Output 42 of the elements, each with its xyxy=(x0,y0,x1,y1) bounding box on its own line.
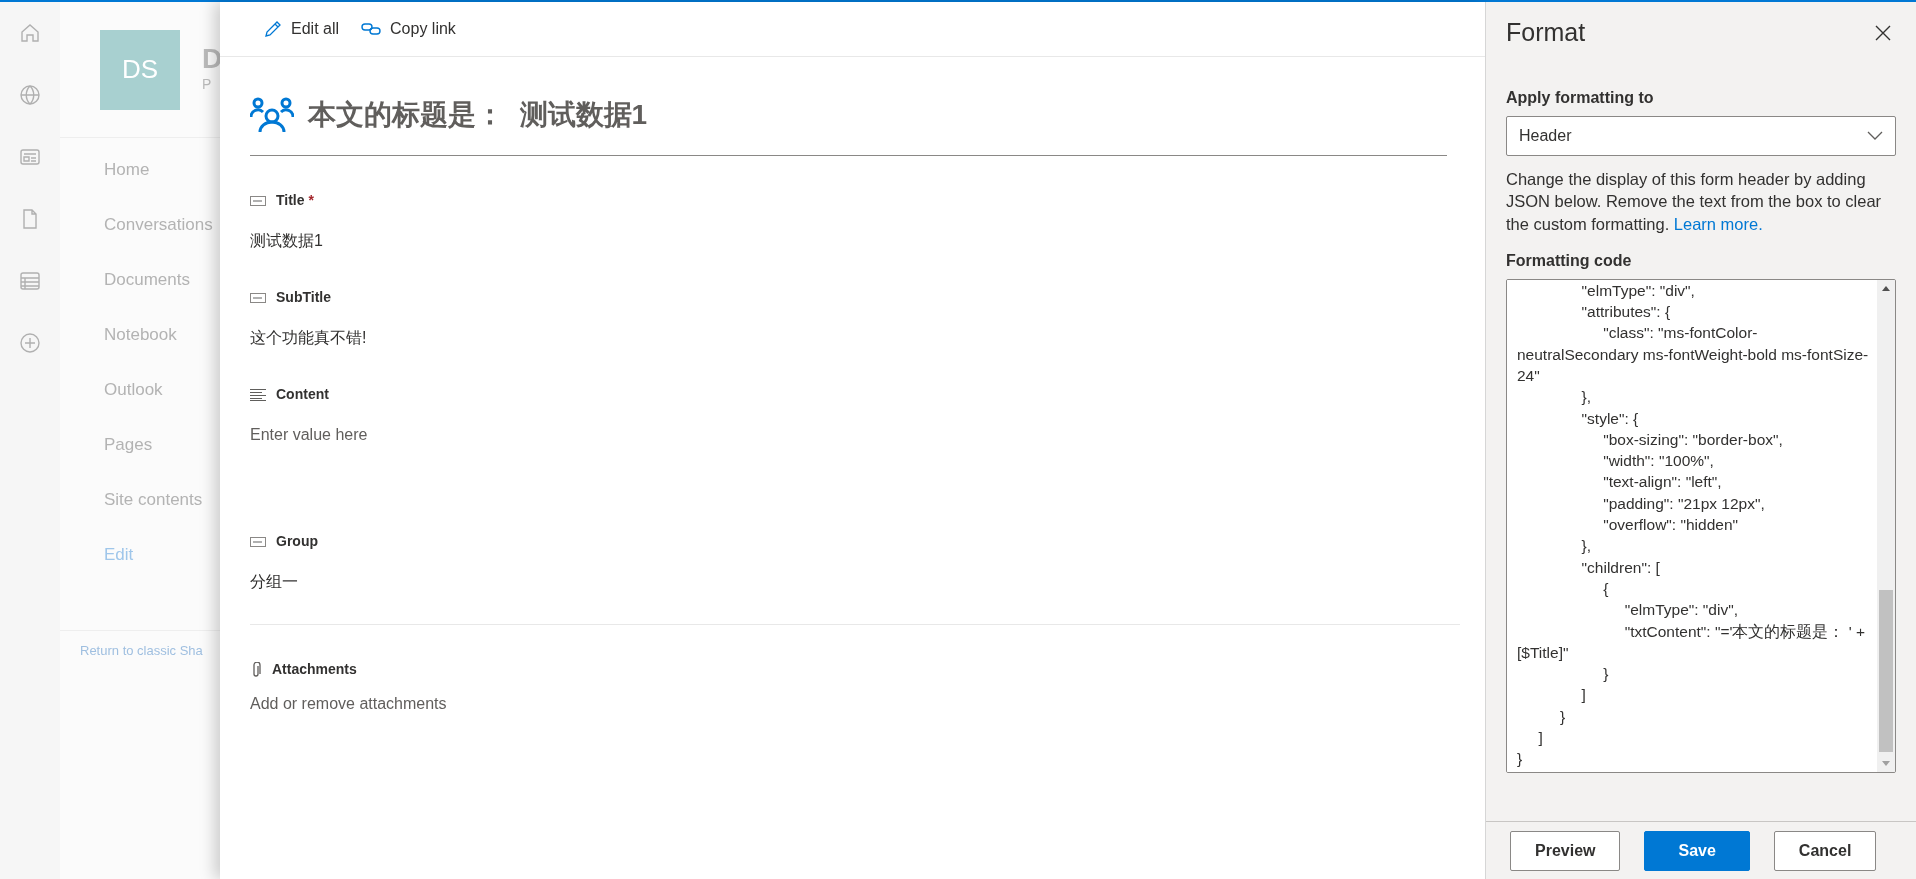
scrollbar[interactable] xyxy=(1877,279,1895,772)
chevron-down-icon xyxy=(1867,131,1883,141)
action-button[interactable]: Cancel xyxy=(1773,830,1877,871)
text-field-icon xyxy=(250,536,266,547)
field-label: Content xyxy=(276,385,329,404)
form-header: 本文的标题是： 测试数据1 xyxy=(308,98,648,132)
code-editor[interactable]: "elmType": "div", "attributes": { "class": "ms-fontColor-neutralSecondary ms-fontWeight-bold ms-fontSize-24" }, "style": { "box-sizing": "border-box", "width": "100%", "text-align": "left", "padding": "21px 12px", "overflow": "hidden" }, "children": [ { "elmType": "div", "txtContent": "='本文的标题是： ' + [$Title]" } ] } ] } xyxy=(1506,278,1896,773)
action-button[interactable]: Preview xyxy=(1510,830,1621,871)
field-label: Title xyxy=(276,191,305,210)
list-icon[interactable] xyxy=(19,270,41,292)
input-field[interactable]: 测试数据1 xyxy=(250,211,650,253)
globe-icon[interactable] xyxy=(19,84,41,106)
home-icon[interactable] xyxy=(19,22,41,44)
copy-link-button[interactable]: Copy link xyxy=(359,13,458,45)
field-label: Apply formatting to xyxy=(1506,88,1655,108)
text-field-icon xyxy=(250,292,266,303)
text-lines-icon xyxy=(250,388,266,401)
pencil-icon xyxy=(264,20,282,38)
save-button[interactable]: Save xyxy=(1644,830,1750,871)
add-icon[interactable] xyxy=(19,332,41,354)
news-icon[interactable] xyxy=(19,146,41,168)
text-field-icon xyxy=(250,195,266,206)
field-label: Formatting code xyxy=(1506,250,1633,271)
input-field[interactable]: Enter value here xyxy=(250,405,650,497)
description-text: Change the display of this form header by adding JSON below. Remove the text from the box to clear the custom formatting. Learn more. xyxy=(1506,169,1883,235)
attachments-link[interactable]: Add or remove attachments xyxy=(250,680,1460,716)
site-subtitle: P xyxy=(202,75,213,95)
required-asterisk: * xyxy=(308,191,314,210)
field-label: SubTitle xyxy=(276,288,331,307)
link-icon xyxy=(361,22,382,36)
people-icon xyxy=(250,97,294,133)
scroll-up-icon[interactable] xyxy=(1882,285,1890,291)
field-label: Attachments xyxy=(272,660,357,679)
edit-all-button[interactable]: Edit all xyxy=(262,13,342,45)
paperclip-icon xyxy=(250,661,262,678)
apply-dropdown[interactable]: Header xyxy=(1506,116,1896,156)
input-field[interactable]: 这个功能真不错! xyxy=(250,308,650,350)
learn-more-link[interactable]: Learn more. xyxy=(1673,214,1763,233)
panel-title: Format xyxy=(1506,17,1586,47)
scroll-down-icon[interactable] xyxy=(1882,760,1890,766)
field-label: Group xyxy=(276,532,318,551)
input-field[interactable]: 分组一 xyxy=(250,552,650,594)
